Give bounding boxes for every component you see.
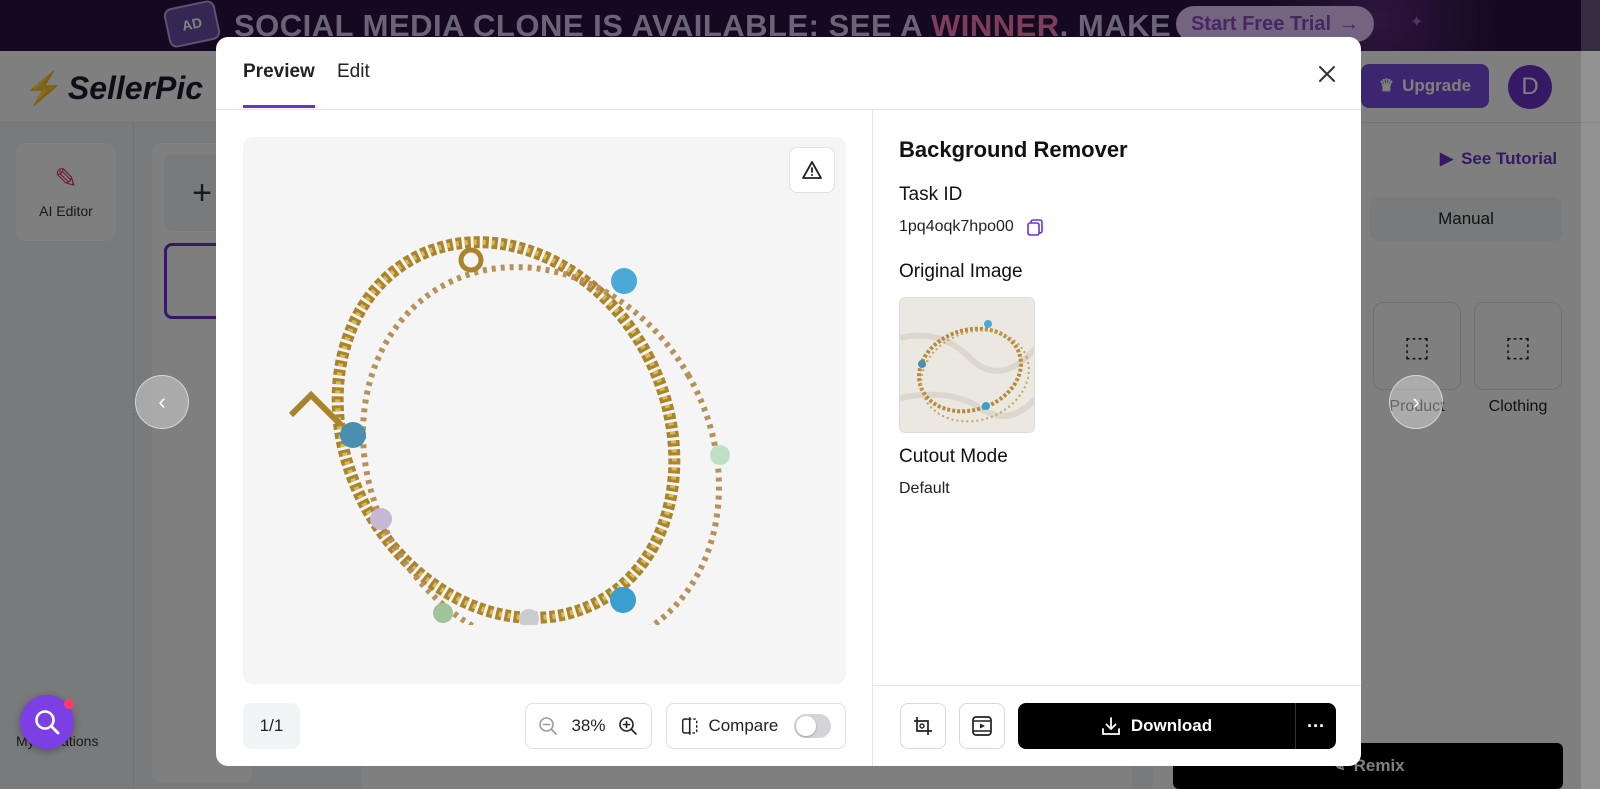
original-image-thumbnail[interactable] <box>899 297 1035 433</box>
zoom-control: 38% <box>525 703 652 749</box>
download-icon <box>1101 717 1120 735</box>
original-bracelet-photo <box>900 298 1034 432</box>
warning-icon <box>802 161 822 179</box>
notification-dot <box>64 699 74 709</box>
compare-toggle[interactable] <box>794 714 831 738</box>
download-more-button[interactable]: ··· <box>1296 703 1336 749</box>
image-preview[interactable] <box>243 137 846 684</box>
page-scrollbar[interactable] <box>1581 0 1600 789</box>
zoom-out-icon[interactable] <box>538 716 558 736</box>
original-image-label: Original Image <box>899 261 1023 282</box>
task-id-value: 1pq4oqk7hpo00 <box>899 218 1014 235</box>
crop-button[interactable] <box>900 703 946 749</box>
crop-icon <box>914 717 932 735</box>
copy-icon[interactable] <box>1026 218 1044 236</box>
tab-preview[interactable]: Preview <box>243 61 315 108</box>
search-icon <box>35 710 60 735</box>
chevron-right-icon: › <box>1412 389 1420 414</box>
download-button[interactable]: Download <box>1018 703 1296 749</box>
bracelet-image <box>288 236 730 625</box>
compare-label: Compare <box>708 716 779 735</box>
tab-edit[interactable]: Edit <box>337 61 370 105</box>
download-label: Download <box>1130 716 1213 735</box>
video-play-icon <box>972 716 992 736</box>
prev-arrow-button[interactable]: ‹ <box>135 375 189 429</box>
action-bar-divider <box>872 685 1361 686</box>
close-icon <box>1319 66 1335 82</box>
modal-tab-bar: Preview Edit <box>216 37 1361 110</box>
zoom-in-icon[interactable] <box>618 716 638 736</box>
toggle-knob <box>796 716 817 736</box>
page-indicator: 1/1 <box>243 703 300 749</box>
video-button[interactable] <box>959 703 1005 749</box>
report-issue-button[interactable] <box>789 147 835 193</box>
more-horizontal-icon: ··· <box>1307 715 1325 736</box>
zoom-level: 38% <box>571 716 606 735</box>
cutout-mode-value: Default <box>899 480 950 497</box>
chevron-left-icon: ‹ <box>158 389 166 414</box>
preview-modal: Preview Edit 1/1 38% Compare Background … <box>216 37 1361 766</box>
next-arrow-button[interactable]: › <box>1389 375 1443 429</box>
task-id-label: Task ID <box>899 184 963 205</box>
compare-control: Compare <box>666 703 846 749</box>
tool-title: Background Remover <box>899 137 1128 162</box>
download-button-group: Download ··· <box>1018 703 1336 749</box>
cutout-mode-label: Cutout Mode <box>899 446 1008 467</box>
compare-icon <box>682 717 698 735</box>
task-id-row: 1pq4oqk7hpo00 <box>899 218 1044 236</box>
modal-divider <box>872 110 873 766</box>
close-button[interactable] <box>1310 57 1344 91</box>
